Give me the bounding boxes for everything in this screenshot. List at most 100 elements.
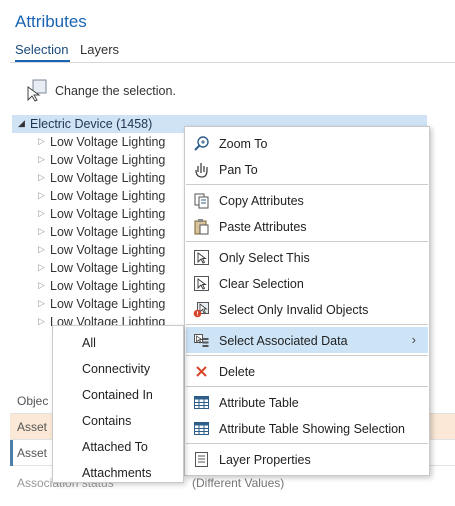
submenu-item-all[interactable]: All	[54, 329, 182, 355]
change-selection-hint[interactable]: Change the selection.	[55, 84, 176, 98]
menu-item-copy-attributes[interactable]: Copy Attributes	[186, 187, 428, 213]
menu-item-label: Attribute Table Showing Selection	[219, 422, 405, 436]
menu-item-clear-selection[interactable]: Clear Selection	[186, 270, 428, 296]
row-marker	[10, 440, 13, 466]
menu-item-label: Delete	[219, 365, 256, 379]
grid-field-label: Asset	[17, 420, 48, 434]
menu-item-label: Select Associated Data	[219, 334, 348, 348]
grid-field-label: Objec	[17, 394, 49, 408]
submenu-item-label: Connectivity	[82, 362, 151, 376]
menu-separator	[186, 386, 428, 387]
menu-item-only-select-this[interactable]: Only Select This	[186, 244, 428, 270]
menu-separator	[186, 184, 428, 185]
menu-item-label: Layer Properties	[219, 453, 311, 467]
menu-item-label: Paste Attributes	[219, 220, 307, 234]
tree-child-item[interactable]: ▷ Low Voltage Lighting	[38, 295, 198, 313]
pane-title: Attributes	[15, 12, 87, 31]
submenu-item-attached-to[interactable]: Attached To	[54, 433, 182, 459]
menu-separator	[186, 443, 428, 444]
collapsed-arrow-icon[interactable]: ▷	[38, 154, 45, 165]
menu-separator	[186, 241, 428, 242]
only-select-this-icon	[194, 250, 209, 265]
menu-item-label: Select Only Invalid Objects	[219, 303, 369, 317]
layer-properties-icon	[195, 452, 208, 467]
tree-child-item[interactable]: ▷ Low Voltage Lighting	[38, 277, 198, 295]
change-selection-icon[interactable]	[24, 78, 48, 102]
collapsed-arrow-icon[interactable]: ▷	[38, 280, 45, 291]
collapsed-arrow-icon[interactable]: ▷	[38, 136, 45, 147]
submenu-item-label: Attached To	[82, 440, 148, 454]
collapsed-arrow-icon[interactable]: ▷	[38, 172, 45, 183]
tree-child-item[interactable]: ▷ Low Voltage Lighting	[38, 133, 198, 151]
tab-selection[interactable]: Selection	[15, 42, 68, 57]
menu-item-attribute-table[interactable]: Attribute Table	[186, 389, 428, 415]
collapsed-arrow-icon[interactable]: ▷	[38, 298, 45, 309]
pan-to-icon	[195, 163, 208, 178]
submenu-item-label: Attachments	[82, 466, 152, 480]
menu-item-zoom-to[interactable]: Zoom To	[186, 130, 428, 156]
submenu-item-label: All	[82, 336, 96, 350]
delete-icon	[196, 366, 207, 377]
tab-layers[interactable]: Layers	[80, 42, 119, 57]
tree-child-label: Low Voltage Lighting	[50, 135, 166, 149]
menu-item-label: Attribute Table	[219, 396, 299, 410]
grid-field-value: (Different Values)	[192, 476, 285, 490]
tree-child-label: Low Voltage Lighting	[50, 261, 166, 275]
tree-child-item[interactable]: ▷ Low Voltage Lighting	[38, 223, 198, 241]
submenu-item-attachments[interactable]: Attachments	[54, 459, 182, 485]
tabs-divider	[10, 62, 455, 63]
tree-child-item[interactable]: ▷ Low Voltage Lighting	[38, 187, 198, 205]
tree-child-item[interactable]: ▷ Low Voltage Lighting	[38, 205, 198, 223]
menu-item-attribute-table-selection[interactable]: Attribute Table Showing Selection	[186, 415, 428, 441]
submenu-arrow-icon: ›	[411, 332, 416, 347]
collapsed-arrow-icon[interactable]: ▷	[38, 190, 45, 201]
menu-item-delete[interactable]: Delete	[186, 358, 428, 384]
submenu-item-contains[interactable]: Contains	[54, 407, 182, 433]
paste-attributes-icon	[194, 219, 209, 235]
zoom-to-icon	[194, 136, 209, 151]
tree-child-label: Low Voltage Lighting	[50, 243, 166, 257]
tree-child-item[interactable]: ▷ Low Voltage Lighting	[38, 241, 198, 259]
tree-child-item[interactable]: ▷ Low Voltage Lighting	[38, 151, 198, 169]
tree-child-label: Low Voltage Lighting	[50, 297, 166, 311]
tree-child-label: Low Voltage Lighting	[50, 225, 166, 239]
clear-selection-icon	[194, 276, 209, 291]
menu-item-label: Pan To	[219, 163, 258, 177]
attribute-table-selection-icon	[194, 422, 209, 435]
menu-item-label: Zoom To	[219, 137, 268, 151]
tree-root-label: Electric Device (1458)	[30, 117, 153, 131]
expanded-arrow-icon[interactable]: ◢	[18, 118, 25, 129]
attribute-table-icon	[194, 396, 209, 409]
select-associated-submenu: All Connectivity Contained In Contains A…	[52, 325, 184, 483]
menu-separator	[186, 324, 428, 325]
collapsed-arrow-icon[interactable]: ▷	[38, 262, 45, 273]
menu-item-select-only-invalid[interactable]: Select Only Invalid Objects	[186, 296, 428, 322]
submenu-item-connectivity[interactable]: Connectivity	[54, 355, 182, 381]
submenu-item-label: Contains	[82, 414, 132, 428]
context-menu: Zoom To Pan To Copy Attributes Paste Att…	[184, 126, 430, 476]
select-associated-icon	[194, 334, 209, 347]
menu-item-label: Clear Selection	[219, 277, 304, 291]
menu-item-select-associated-data[interactable]: Select Associated Data ›	[186, 327, 428, 353]
grid-field-label: Asset	[17, 446, 48, 460]
tree-child-label: Low Voltage Lighting	[50, 153, 166, 167]
menu-item-pan-to[interactable]: Pan To	[186, 156, 428, 182]
tree-child-label: Low Voltage Lighting	[50, 171, 166, 185]
collapsed-arrow-icon[interactable]: ▷	[38, 316, 45, 327]
menu-item-label: Only Select This	[219, 251, 310, 265]
copy-attributes-icon	[194, 193, 209, 209]
collapsed-arrow-icon[interactable]: ▷	[38, 244, 45, 255]
menu-item-layer-properties[interactable]: Layer Properties	[186, 446, 428, 472]
menu-item-paste-attributes[interactable]: Paste Attributes	[186, 213, 428, 239]
collapsed-arrow-icon[interactable]: ▷	[38, 208, 45, 219]
tree-child-label: Low Voltage Lighting	[50, 207, 166, 221]
select-invalid-icon	[193, 302, 209, 318]
collapsed-arrow-icon[interactable]: ▷	[38, 226, 45, 237]
submenu-item-contained-in[interactable]: Contained In	[54, 381, 182, 407]
menu-item-label: Copy Attributes	[219, 194, 304, 208]
menu-separator	[186, 355, 428, 356]
tree-child-item[interactable]: ▷ Low Voltage Lighting	[38, 169, 198, 187]
tree-child-item[interactable]: ▷ Low Voltage Lighting	[38, 259, 198, 277]
tree-child-label: Low Voltage Lighting	[50, 189, 166, 203]
tree-child-label: Low Voltage Lighting	[50, 279, 166, 293]
